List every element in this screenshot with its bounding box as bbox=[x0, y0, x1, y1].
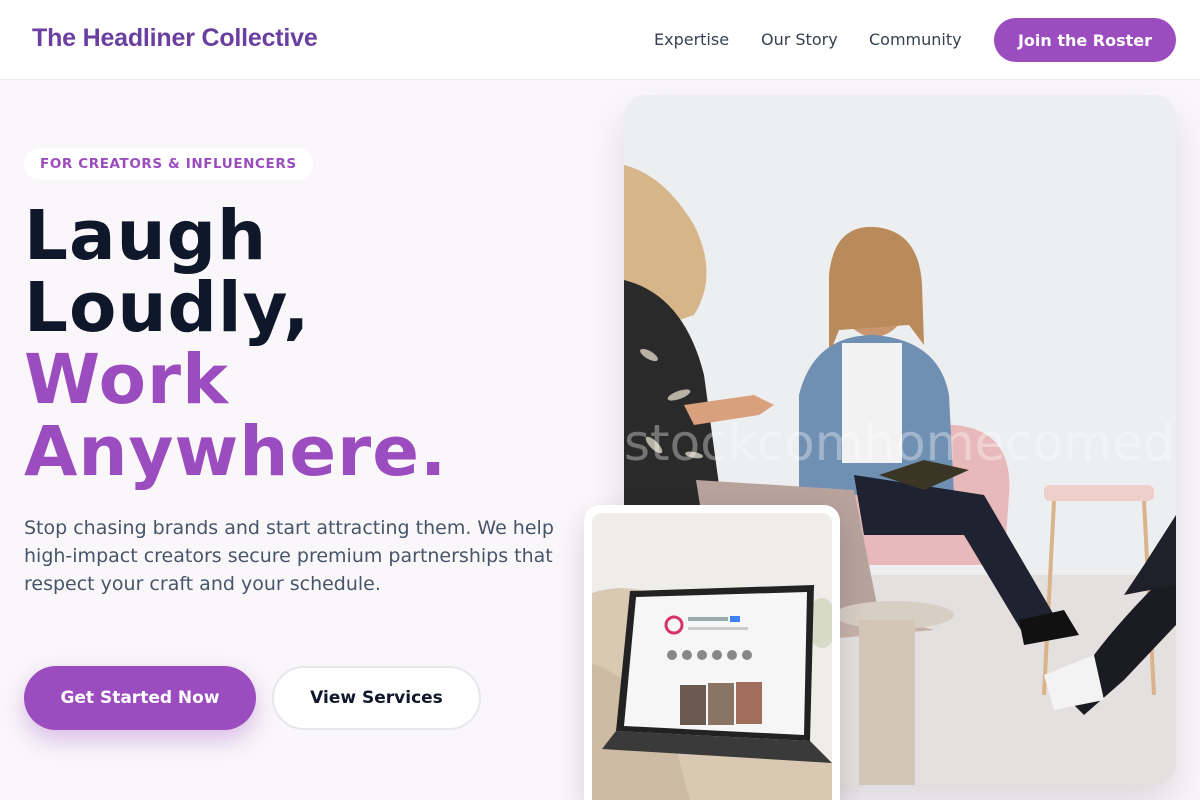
headline-line-4: Anywhere. bbox=[24, 412, 448, 492]
site-header: The Headliner Collective Expertise Our S… bbox=[0, 0, 1200, 80]
audience-badge: FOR CREATORS & INFLUENCERS bbox=[24, 148, 313, 180]
laptop-on-bed-illustration bbox=[592, 513, 832, 800]
get-started-button[interactable]: Get Started Now bbox=[24, 666, 256, 730]
hero-subtext: Stop chasing brands and start attracting… bbox=[24, 517, 554, 595]
hero-secondary-photo bbox=[584, 505, 840, 800]
view-services-button[interactable]: View Services bbox=[272, 666, 481, 730]
main-photo-watermark: stockcomhomecomedy.c bbox=[624, 414, 1176, 472]
hero-headline: Laugh Loudly, Work Anywhere. bbox=[24, 200, 447, 488]
nav-link-our-story[interactable]: Our Story bbox=[761, 30, 838, 49]
nav-link-community[interactable]: Community bbox=[869, 30, 962, 49]
headline-line-3: Work bbox=[24, 340, 229, 420]
nav-link-expertise[interactable]: Expertise bbox=[654, 30, 729, 49]
headline-line-2: Loudly, bbox=[24, 268, 311, 348]
headline-line-1: Laugh bbox=[24, 196, 268, 276]
join-roster-button[interactable]: Join the Roster bbox=[994, 18, 1176, 62]
brand-logo[interactable]: The Headliner Collective bbox=[32, 24, 318, 53]
